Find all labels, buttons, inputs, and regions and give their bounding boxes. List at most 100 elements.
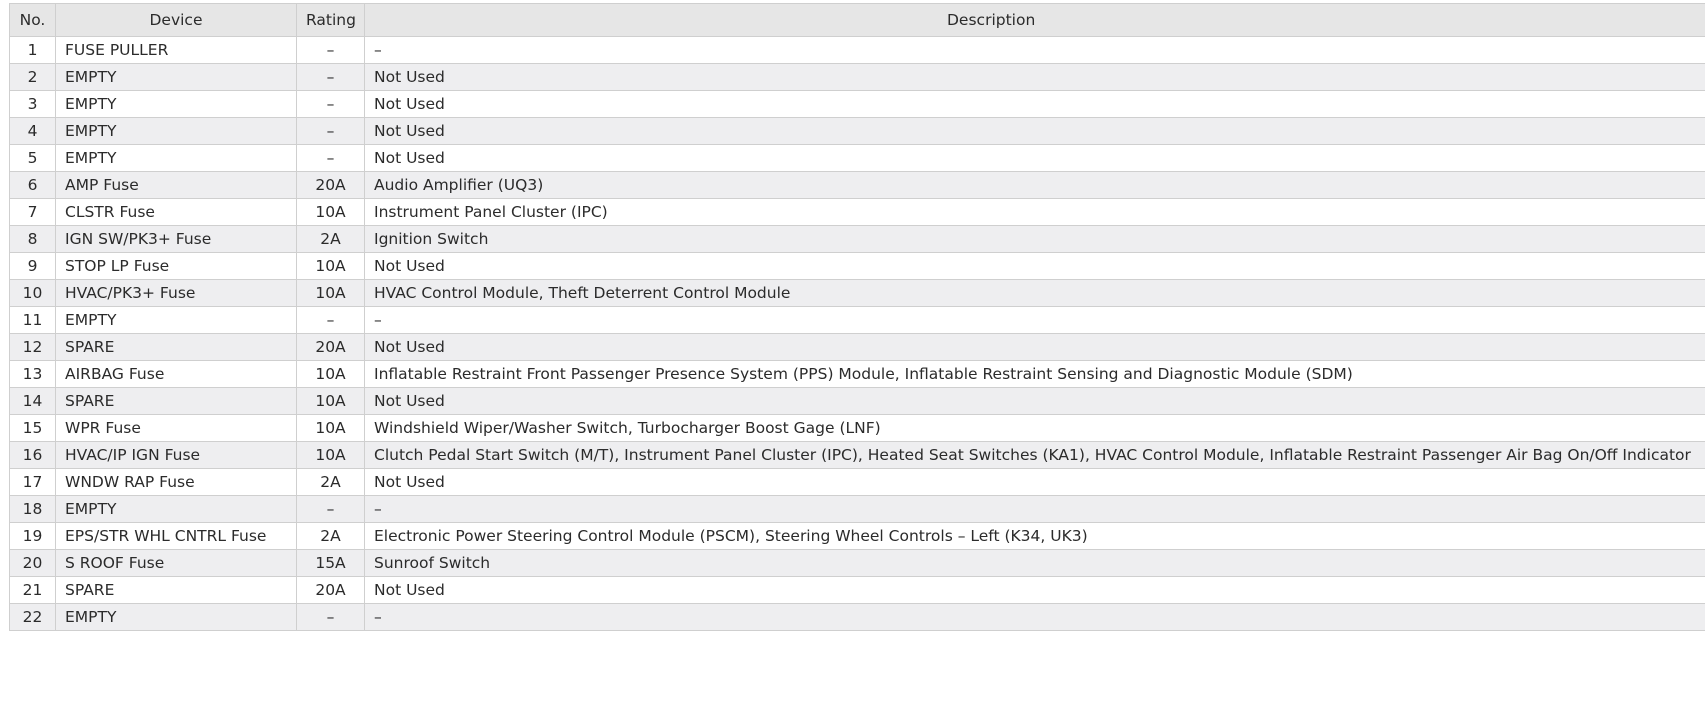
table-row: 9 STOP LP Fuse 10A Not Used bbox=[9, 252, 1705, 280]
cell-no: 14 bbox=[9, 387, 56, 415]
cell-no: 11 bbox=[9, 306, 56, 334]
table-row: 17 WNDW RAP Fuse 2A Not Used bbox=[9, 468, 1705, 496]
cell-no: 12 bbox=[9, 333, 56, 361]
cell-rating: – bbox=[296, 117, 365, 145]
table-row: 2 EMPTY – Not Used bbox=[9, 63, 1705, 91]
header-rating: Rating bbox=[296, 3, 365, 37]
table-row: 1 FUSE PULLER – – bbox=[9, 36, 1705, 64]
cell-no: 19 bbox=[9, 522, 56, 550]
cell-no: 13 bbox=[9, 360, 56, 388]
cell-rating: 10A bbox=[296, 414, 365, 442]
table-row: 22 EMPTY – – bbox=[9, 603, 1705, 631]
cell-device: SPARE bbox=[55, 576, 297, 604]
cell-device: SPARE bbox=[55, 387, 297, 415]
cell-device: AMP Fuse bbox=[55, 171, 297, 199]
table-row: 13 AIRBAG Fuse 10A Inflatable Restraint Fro… bbox=[9, 360, 1705, 388]
cell-description: Not Used bbox=[364, 117, 1705, 145]
table-row: 18 EMPTY – – bbox=[9, 495, 1705, 523]
cell-description: Not Used bbox=[364, 90, 1705, 118]
cell-device: S ROOF Fuse bbox=[55, 549, 297, 577]
cell-description: Sunroof Switch bbox=[364, 549, 1705, 577]
header-row: No. Device Rating Description bbox=[9, 3, 1705, 37]
cell-description: Not Used bbox=[364, 468, 1705, 496]
cell-no: 15 bbox=[9, 414, 56, 442]
cell-device: CLSTR Fuse bbox=[55, 198, 297, 226]
cell-device: EMPTY bbox=[55, 603, 297, 631]
cell-rating: 20A bbox=[296, 171, 365, 199]
header-description: Description bbox=[364, 3, 1705, 37]
table-row: 19 EPS/STR WHL CNTRL Fuse 2A Electronic Pow… bbox=[9, 522, 1705, 550]
cell-no: 6 bbox=[9, 171, 56, 199]
cell-device: WPR Fuse bbox=[55, 414, 297, 442]
cell-no: 17 bbox=[9, 468, 56, 496]
cell-rating: 2A bbox=[296, 225, 365, 253]
table-row: 11 EMPTY – – bbox=[9, 306, 1705, 334]
cell-rating: 20A bbox=[296, 576, 365, 604]
table-row: 21 SPARE 20A Not Used bbox=[9, 576, 1705, 604]
header-device: Device bbox=[55, 3, 297, 37]
cell-device: WNDW RAP Fuse bbox=[55, 468, 297, 496]
cell-rating: 2A bbox=[296, 522, 365, 550]
cell-description: Inflatable Restraint Front Passenger Pre… bbox=[364, 360, 1705, 388]
cell-device: IGN SW/PK3+ Fuse bbox=[55, 225, 297, 253]
cell-device: SPARE bbox=[55, 333, 297, 361]
cell-no: 16 bbox=[9, 441, 56, 469]
cell-no: 18 bbox=[9, 495, 56, 523]
table-row: 4 EMPTY – Not Used bbox=[9, 117, 1705, 145]
cell-device: AIRBAG Fuse bbox=[55, 360, 297, 388]
table-row: 6 AMP Fuse 20A Audio Amplifier (UQ3) bbox=[9, 171, 1705, 199]
cell-device: EMPTY bbox=[55, 144, 297, 172]
cell-rating: 10A bbox=[296, 198, 365, 226]
cell-no: 21 bbox=[9, 576, 56, 604]
cell-rating: – bbox=[296, 603, 365, 631]
cell-description: – bbox=[364, 495, 1705, 523]
fuse-table-container: No. Device Rating Description 1 FUSE PULL… bbox=[9, 3, 1705, 631]
cell-device: EPS/STR WHL CNTRL Fuse bbox=[55, 522, 297, 550]
cell-description: Not Used bbox=[364, 144, 1705, 172]
cell-description: Ignition Switch bbox=[364, 225, 1705, 253]
cell-no: 10 bbox=[9, 279, 56, 307]
table-header: No. Device Rating Description bbox=[9, 3, 1705, 37]
cell-no: 2 bbox=[9, 63, 56, 91]
cell-no: 9 bbox=[9, 252, 56, 280]
table-row: 14 SPARE 10A Not Used bbox=[9, 387, 1705, 415]
fuse-table: No. Device Rating Description 1 FUSE PULL… bbox=[9, 3, 1705, 631]
cell-no: 20 bbox=[9, 549, 56, 577]
cell-rating: – bbox=[296, 495, 365, 523]
table-body: 1 FUSE PULLER – –2 EMPTY – Not Used 3 EMPTY – Not … bbox=[9, 36, 1705, 631]
cell-device: EMPTY bbox=[55, 495, 297, 523]
cell-description: Clutch Pedal Start Switch (M/T), Instrum… bbox=[364, 441, 1705, 469]
cell-device: EMPTY bbox=[55, 90, 297, 118]
cell-rating: – bbox=[296, 90, 365, 118]
cell-device: EMPTY bbox=[55, 306, 297, 334]
cell-description: Not Used bbox=[364, 63, 1705, 91]
cell-rating: 10A bbox=[296, 279, 365, 307]
table-row: 10 HVAC/PK3+ Fuse 10A HVAC Control Module, … bbox=[9, 279, 1705, 307]
table-row: 3 EMPTY – Not Used bbox=[9, 90, 1705, 118]
cell-description: Not Used bbox=[364, 576, 1705, 604]
cell-rating: 2A bbox=[296, 468, 365, 496]
cell-rating: 15A bbox=[296, 549, 365, 577]
cell-description: Not Used bbox=[364, 333, 1705, 361]
cell-rating: 20A bbox=[296, 333, 365, 361]
cell-rating: 10A bbox=[296, 441, 365, 469]
cell-device: HVAC/IP IGN Fuse bbox=[55, 441, 297, 469]
cell-description: Electronic Power Steering Control Module… bbox=[364, 522, 1705, 550]
cell-description: Windshield Wiper/Washer Switch, Turbocha… bbox=[364, 414, 1705, 442]
cell-rating: 10A bbox=[296, 360, 365, 388]
cell-rating: – bbox=[296, 144, 365, 172]
table-row: 20 S ROOF Fuse 15A Sunroof Switch bbox=[9, 549, 1705, 577]
cell-description: Instrument Panel Cluster (IPC) bbox=[364, 198, 1705, 226]
cell-no: 1 bbox=[9, 36, 56, 64]
cell-no: 7 bbox=[9, 198, 56, 226]
cell-device: EMPTY bbox=[55, 63, 297, 91]
cell-no: 22 bbox=[9, 603, 56, 631]
cell-rating: – bbox=[296, 306, 365, 334]
cell-no: 4 bbox=[9, 117, 56, 145]
cell-description: – bbox=[364, 603, 1705, 631]
cell-description: Audio Amplifier (UQ3) bbox=[364, 171, 1705, 199]
table-row: 5 EMPTY – Not Used bbox=[9, 144, 1705, 172]
table-row: 15 WPR Fuse 10A Windshield Wiper/Washer Swi… bbox=[9, 414, 1705, 442]
cell-rating: – bbox=[296, 63, 365, 91]
cell-rating: 10A bbox=[296, 387, 365, 415]
